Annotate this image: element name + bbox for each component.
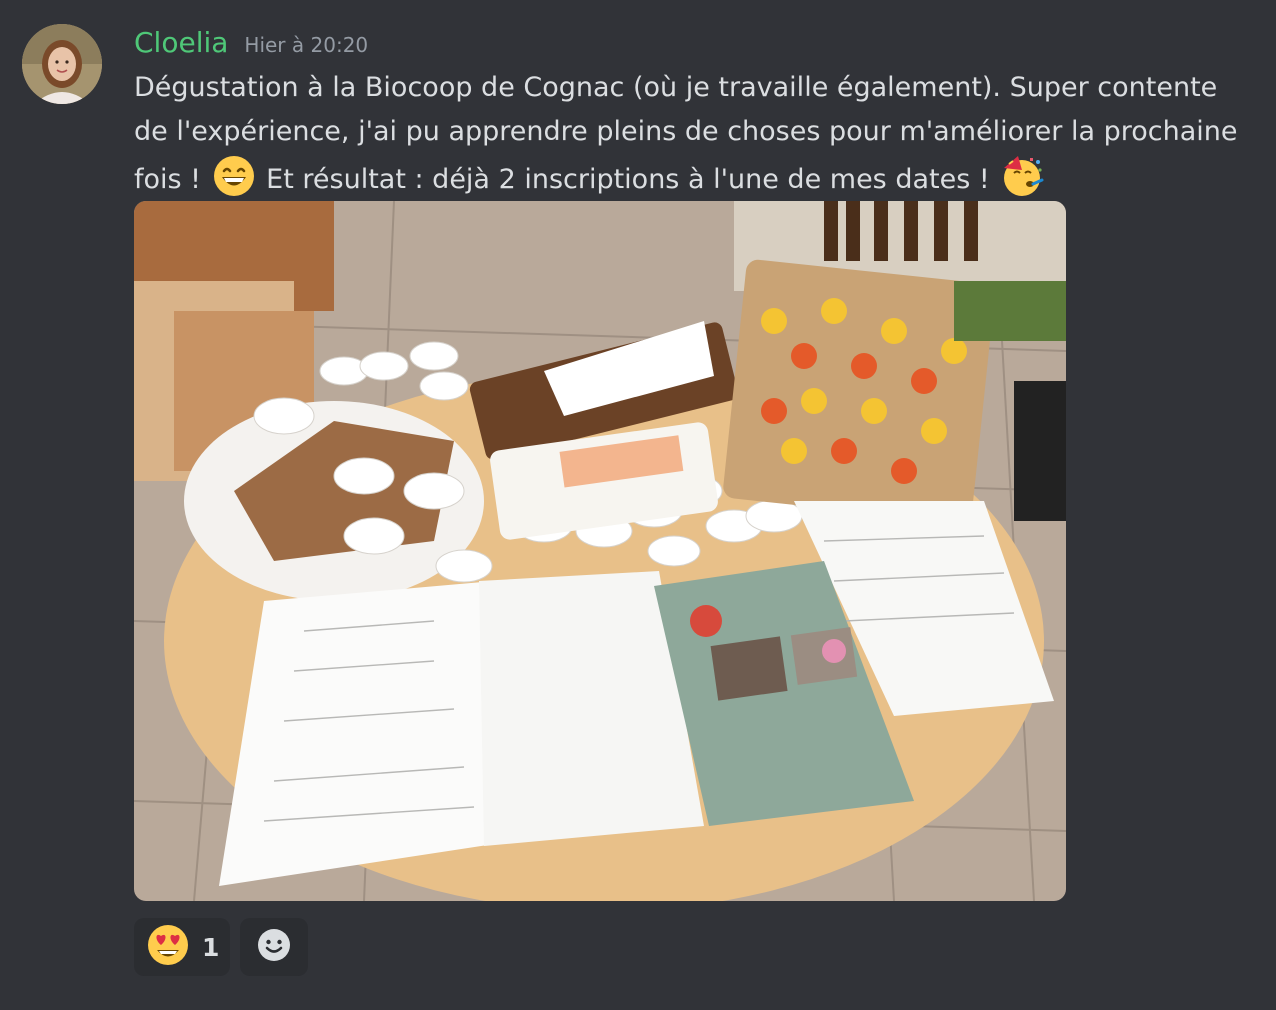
partying-face-emoji-icon	[1000, 154, 1044, 198]
username[interactable]: Cloelia	[134, 26, 228, 59]
reaction-heart-eyes[interactable]: 1	[134, 918, 230, 976]
timestamp[interactable]: Hier à 20:20	[244, 33, 368, 57]
reaction-bar: 1	[134, 918, 308, 976]
tasting-table-photo	[134, 201, 1066, 901]
reaction-count: 1	[202, 932, 220, 962]
message-content: Dégustation à la Biocoop de Cognac (où j…	[134, 66, 1254, 202]
user-avatar[interactable]	[22, 24, 102, 104]
add-reaction-button[interactable]	[240, 918, 308, 976]
message-text-part-2: Et résultat : déjà 2 inscriptions à l'un…	[257, 164, 999, 195]
message-header: Cloelia Hier à 20:20	[134, 26, 368, 62]
image-attachment[interactable]	[134, 201, 1066, 901]
grinning-face-emoji-icon	[212, 154, 256, 198]
add-reaction-smiley-icon	[256, 927, 292, 967]
heart-eyes-emoji-icon	[146, 923, 190, 971]
chat-message: Cloelia Hier à 20:20 Dégustation à la Bi…	[0, 0, 1276, 1010]
